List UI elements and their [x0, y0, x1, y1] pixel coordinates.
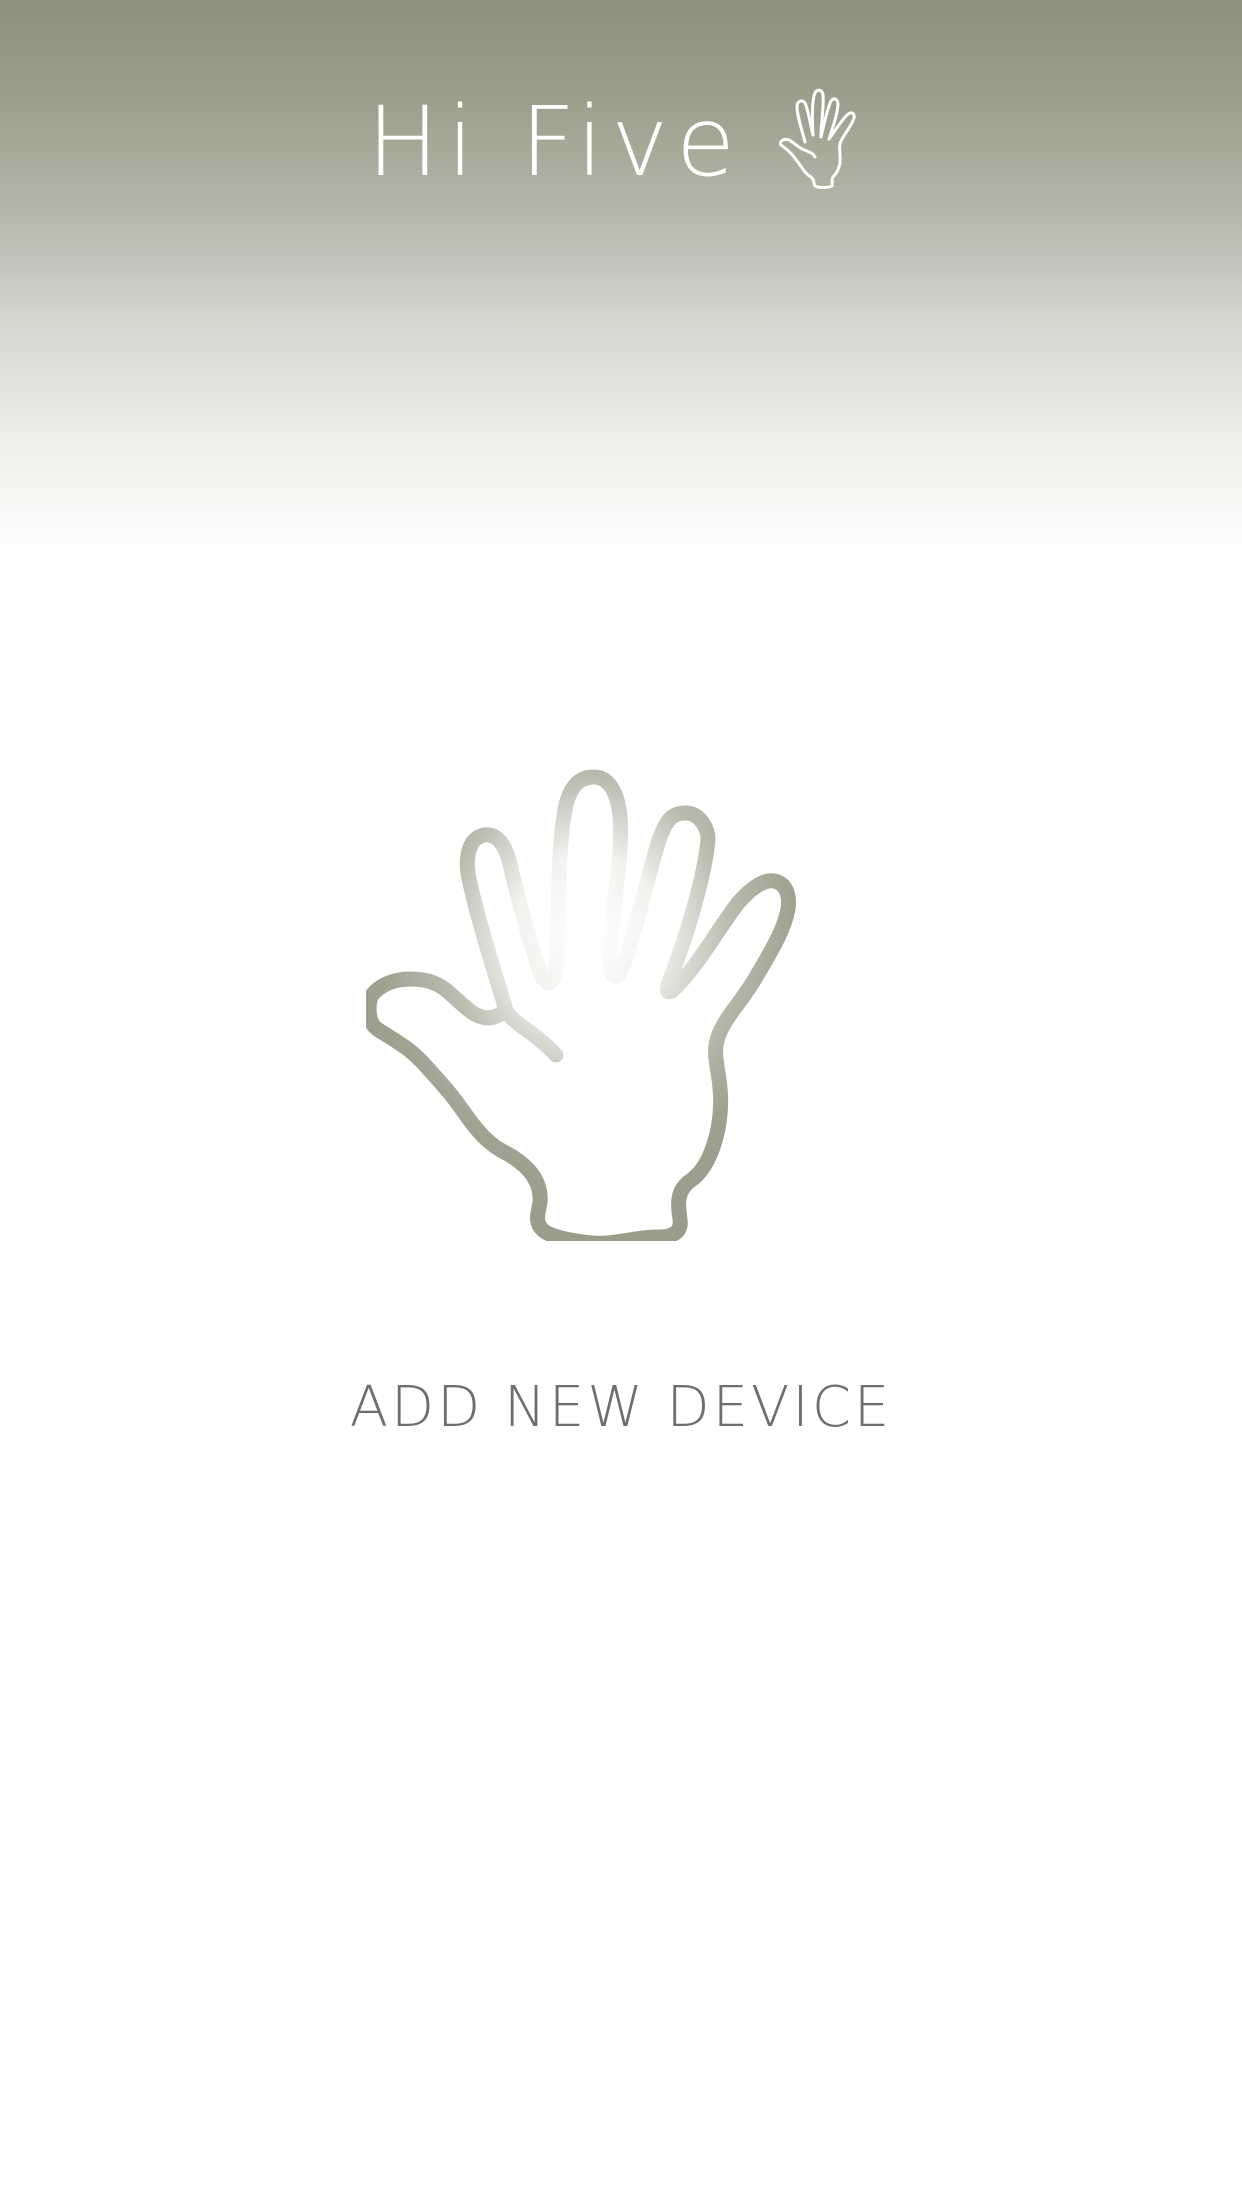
app-title: Hi Five [366, 86, 744, 198]
add-new-device-button[interactable]: ADD NEW DEVICE [0, 1375, 1242, 1440]
hand-icon [779, 88, 856, 189]
app-screen: Hi Five ADD NEW DEVICE [0, 0, 1242, 2208]
add-device-hand-icon[interactable] [366, 705, 850, 1241]
brand-logo: Hi Five [0, 82, 1242, 202]
